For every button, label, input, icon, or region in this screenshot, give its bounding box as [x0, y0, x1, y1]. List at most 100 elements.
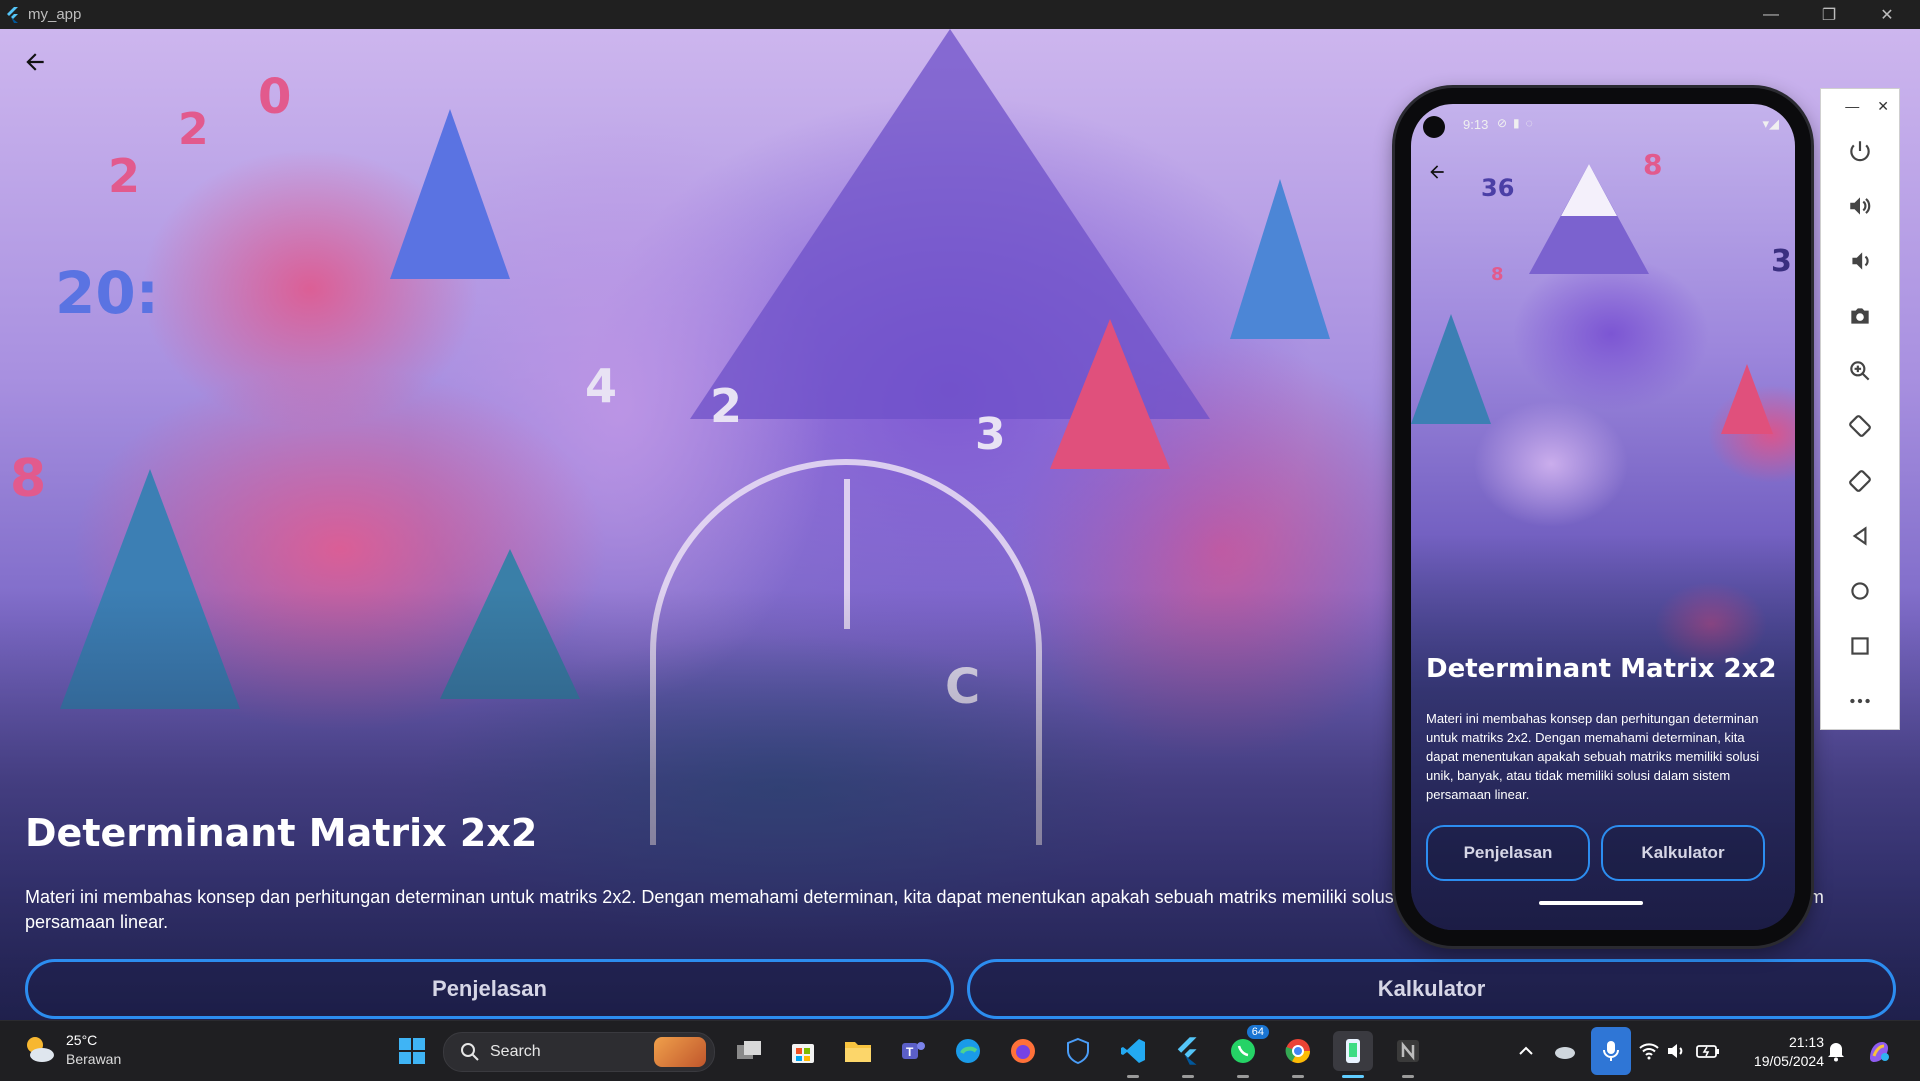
copilot-button[interactable] [1864, 1021, 1894, 1081]
volume-down-button[interactable] [1821, 233, 1899, 288]
firefox-button[interactable] [1003, 1031, 1043, 1071]
microphone-tray-button[interactable] [1591, 1027, 1631, 1075]
vpn-shield-button[interactable] [1058, 1031, 1098, 1071]
rotate-left-button[interactable] [1821, 398, 1899, 453]
phone-back-button[interactable] [1427, 162, 1447, 188]
decor-number: 2 [108, 149, 141, 203]
file-explorer-button[interactable] [838, 1031, 878, 1071]
decor-number: 8 [1491, 264, 1504, 285]
front-camera [1423, 116, 1445, 138]
running-indicator [1237, 1075, 1249, 1078]
emulator-minimize-button[interactable]: — [1845, 98, 1859, 114]
rotate-left-icon [1849, 414, 1871, 437]
power-icon [1850, 140, 1870, 161]
chevron-up-icon [1519, 1046, 1533, 1055]
phone-penjelasan-button[interactable]: Penjelasan [1426, 825, 1590, 881]
nav-back-button[interactable] [1821, 508, 1899, 563]
cloud-icon [1555, 1047, 1575, 1059]
microsoft-store-icon [792, 1044, 814, 1063]
android-emulator-button[interactable] [1333, 1031, 1373, 1078]
nav-home-button[interactable] [1821, 563, 1899, 618]
teams-button[interactable]: T [893, 1031, 933, 1071]
svg-text:T: T [906, 1045, 914, 1059]
taskbar-search-box[interactable]: Search [443, 1032, 715, 1072]
running-indicator [1292, 1075, 1304, 1078]
teams-icon: T [902, 1042, 925, 1059]
weather-temperature: 25°C [66, 1032, 98, 1048]
volume-down-icon [1852, 251, 1869, 270]
arrow-left-icon [26, 53, 44, 71]
wifi-icon [1639, 1043, 1659, 1060]
nav-overview-button[interactable] [1821, 618, 1899, 673]
overview-icon [1851, 636, 1869, 655]
status-notification-icons: ⊘▮◌ [1497, 116, 1539, 130]
camera-icon [1851, 307, 1869, 324]
tree-decor [1230, 179, 1330, 339]
snowcap-decor [1561, 164, 1617, 216]
volume-up-icon [1850, 196, 1871, 215]
folder-icon [845, 1042, 871, 1062]
firefox-icon [1011, 1039, 1035, 1063]
screenshot-button[interactable] [1821, 288, 1899, 343]
tree-decor [1411, 314, 1491, 424]
whatsapp-icon [1231, 1039, 1255, 1063]
rotate-right-button[interactable] [1821, 453, 1899, 508]
search-placeholder: Search [490, 1043, 541, 1060]
decor-number: 2 [178, 104, 209, 155]
battery-charging-icon [1696, 1045, 1719, 1058]
onedrive-tray-button[interactable] [1553, 1021, 1577, 1081]
more-options-button[interactable] [1821, 673, 1899, 728]
window-title-bar: my_app [0, 0, 1920, 29]
edge-button[interactable] [948, 1031, 988, 1071]
kalkulator-button[interactable]: Kalkulator [967, 959, 1896, 1019]
shield-icon [1067, 1037, 1089, 1065]
decor-number: 2 [710, 379, 743, 433]
show-hidden-icons-button[interactable] [1517, 1021, 1535, 1081]
search-highlight-image [654, 1037, 706, 1067]
running-indicator [1182, 1075, 1194, 1078]
microsoft-store-button[interactable] [783, 1031, 823, 1071]
chrome-icon [1285, 1039, 1310, 1064]
windows-logo-icon [399, 1038, 425, 1064]
zoom-button[interactable] [1821, 343, 1899, 398]
edge-icon [956, 1039, 980, 1063]
taskbar-clock[interactable]: 21:13 19/05/2024 [1732, 1033, 1824, 1071]
volume-up-button[interactable] [1821, 178, 1899, 233]
vscode-button[interactable] [1113, 1031, 1153, 1078]
penjelasan-button[interactable]: Penjelasan [25, 959, 954, 1019]
decor-number: 3 [975, 409, 1006, 460]
close-button[interactable]: ✕ [1858, 0, 1916, 29]
whatsapp-button[interactable]: 64 [1223, 1025, 1269, 1078]
decor-number: 8 [10, 449, 47, 509]
decor-number: 0 [258, 69, 292, 125]
whatsapp-unread-badge: 64 [1246, 1025, 1269, 1039]
task-view-button[interactable] [729, 1031, 769, 1071]
phone-page-title: Determinant Matrix 2x2 [1426, 654, 1777, 684]
battery-tray-button[interactable] [1696, 1021, 1720, 1081]
emulator-toolbar-header: — ✕ [1821, 89, 1899, 123]
maximize-button[interactable]: ❐ [1800, 0, 1858, 29]
network-tray-button[interactable] [1638, 1021, 1660, 1081]
active-indicator [1342, 1075, 1364, 1078]
minimize-button[interactable]: — [1742, 0, 1800, 29]
emulator-toolbar: — ✕ [1820, 88, 1900, 730]
flutter-button[interactable] [1168, 1031, 1208, 1078]
status-time: 9:13 [1463, 117, 1489, 132]
weather-widget[interactable]: 25°C Berawan [22, 1031, 121, 1069]
back-button[interactable] [18, 49, 52, 83]
start-button[interactable] [392, 1031, 432, 1071]
search-icon [461, 1043, 479, 1061]
decor-number: 4 [585, 359, 618, 413]
phone-kalkulator-button[interactable]: Kalkulator [1601, 825, 1765, 881]
emulator-close-button[interactable]: ✕ [1877, 98, 1889, 115]
volume-tray-button[interactable] [1666, 1021, 1686, 1081]
decor-number: 36 [1481, 174, 1515, 202]
running-indicator [1402, 1075, 1414, 1078]
gesture-home-bar[interactable] [1539, 901, 1643, 905]
arrow-left-icon [1430, 165, 1444, 179]
wifi-signal-icon: ▾◢ [1762, 116, 1779, 131]
power-button[interactable] [1821, 123, 1899, 178]
notion-button[interactable] [1388, 1031, 1428, 1078]
chrome-button[interactable] [1278, 1031, 1318, 1078]
notifications-button[interactable] [1826, 1021, 1846, 1081]
